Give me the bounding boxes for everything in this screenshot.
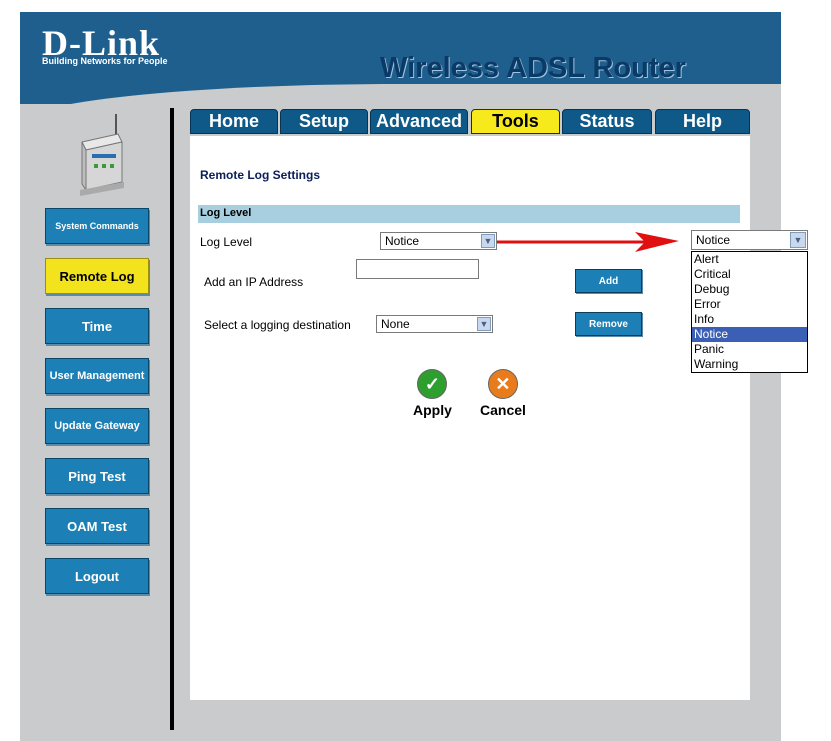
sidebar-item-label: OAM Test	[67, 518, 127, 534]
section-header: Log Level	[198, 205, 740, 223]
sidebar-item-label: Remote Log	[59, 268, 135, 284]
log-level-dropdown[interactable]: Notice ▼	[691, 230, 808, 250]
product-title: Wireless ADSL Router	[380, 52, 686, 84]
sidebar-item-ping-test[interactable]: Ping Test	[45, 458, 149, 494]
log-level-dropdown-value: Notice	[696, 233, 731, 247]
logging-destination-select[interactable]: None ▼	[376, 315, 493, 333]
chevron-down-icon: ▼	[477, 317, 491, 331]
cancel-label: Cancel	[480, 402, 526, 418]
dropdown-option-error[interactable]: Error	[692, 297, 807, 312]
log-level-options: Alert Critical Debug Error Info Notice P…	[691, 251, 808, 373]
chevron-down-icon: ▼	[790, 232, 806, 248]
tab-status[interactable]: Status	[562, 109, 652, 134]
x-icon: ✕	[487, 369, 518, 399]
tab-label: Tools	[492, 111, 539, 131]
remove-button[interactable]: Remove	[575, 312, 642, 336]
tab-tools[interactable]: Tools	[471, 109, 560, 134]
add-button[interactable]: Add	[575, 269, 642, 293]
sidebar-item-label: Ping Test	[68, 468, 126, 484]
apply-label: Apply	[413, 402, 452, 418]
ip-address-input[interactable]	[356, 259, 479, 279]
tab-help[interactable]: Help	[655, 109, 750, 134]
log-level-select[interactable]: Notice ▼	[380, 232, 497, 250]
tab-label: Setup	[298, 111, 349, 131]
tab-label: Help	[682, 111, 722, 131]
logging-destination-label: Select a logging destination	[204, 318, 351, 332]
cancel-button[interactable]: ✕ Cancel	[480, 369, 526, 418]
header-banner: D-Link Building Networks for People Wire…	[20, 12, 781, 124]
logging-destination-value: None	[381, 317, 410, 331]
sidebar-item-label: Update Gateway	[54, 420, 140, 432]
dropdown-option-warning[interactable]: Warning	[692, 357, 807, 372]
check-icon: ✓	[417, 369, 448, 399]
chevron-down-icon: ▼	[481, 234, 495, 248]
tab-advanced[interactable]: Advanced	[370, 109, 468, 134]
tab-bar: Home Setup Advanced Tools Status Help	[190, 109, 750, 136]
sidebar-item-update-gateway[interactable]: Update Gateway	[45, 408, 149, 444]
sidebar-item-logout[interactable]: Logout	[45, 558, 149, 594]
router-device-icon	[80, 114, 124, 196]
annotation-arrow	[497, 232, 679, 252]
dropdown-option-notice[interactable]: Notice	[692, 327, 807, 342]
dropdown-option-info[interactable]: Info	[692, 312, 807, 327]
sidebar-item-system-commands[interactable]: System Commands	[45, 208, 149, 244]
sidebar-item-label: Logout	[74, 568, 120, 584]
ip-address-label: Add an IP Address	[204, 275, 304, 289]
tab-label: Status	[579, 111, 635, 131]
dropdown-option-panic[interactable]: Panic	[692, 342, 807, 357]
tab-label: Home	[208, 111, 259, 131]
dlink-tagline: Building Networks for People	[42, 56, 168, 66]
sidebar-item-remote-log[interactable]: Remote Log	[45, 258, 149, 294]
sidebar-item-label: Time	[81, 318, 113, 334]
sidebar-item-label: User Management	[49, 370, 145, 382]
log-level-label: Log Level	[200, 235, 253, 249]
router-frame: D-Link Building Networks for People Wire…	[20, 12, 781, 741]
dropdown-option-debug[interactable]: Debug	[692, 282, 807, 297]
apply-button[interactable]: ✓ Apply	[413, 369, 452, 418]
sidebar-item-label: System Commands	[55, 221, 139, 231]
tab-home[interactable]: Home	[190, 109, 278, 134]
log-level-select-value: Notice	[385, 234, 420, 248]
tab-setup[interactable]: Setup	[280, 109, 368, 134]
sidebar-item-oam-test[interactable]: OAM Test	[45, 508, 149, 544]
sidebar-divider	[170, 108, 174, 730]
sidebar-item-user-management[interactable]: User Management	[45, 358, 149, 394]
dropdown-option-critical[interactable]: Critical	[692, 267, 807, 282]
page-title: Remote Log Settings	[200, 168, 321, 182]
sidebar-item-time[interactable]: Time	[45, 308, 149, 344]
dropdown-option-alert[interactable]: Alert	[692, 252, 807, 267]
tab-label: Advanced	[375, 111, 463, 131]
